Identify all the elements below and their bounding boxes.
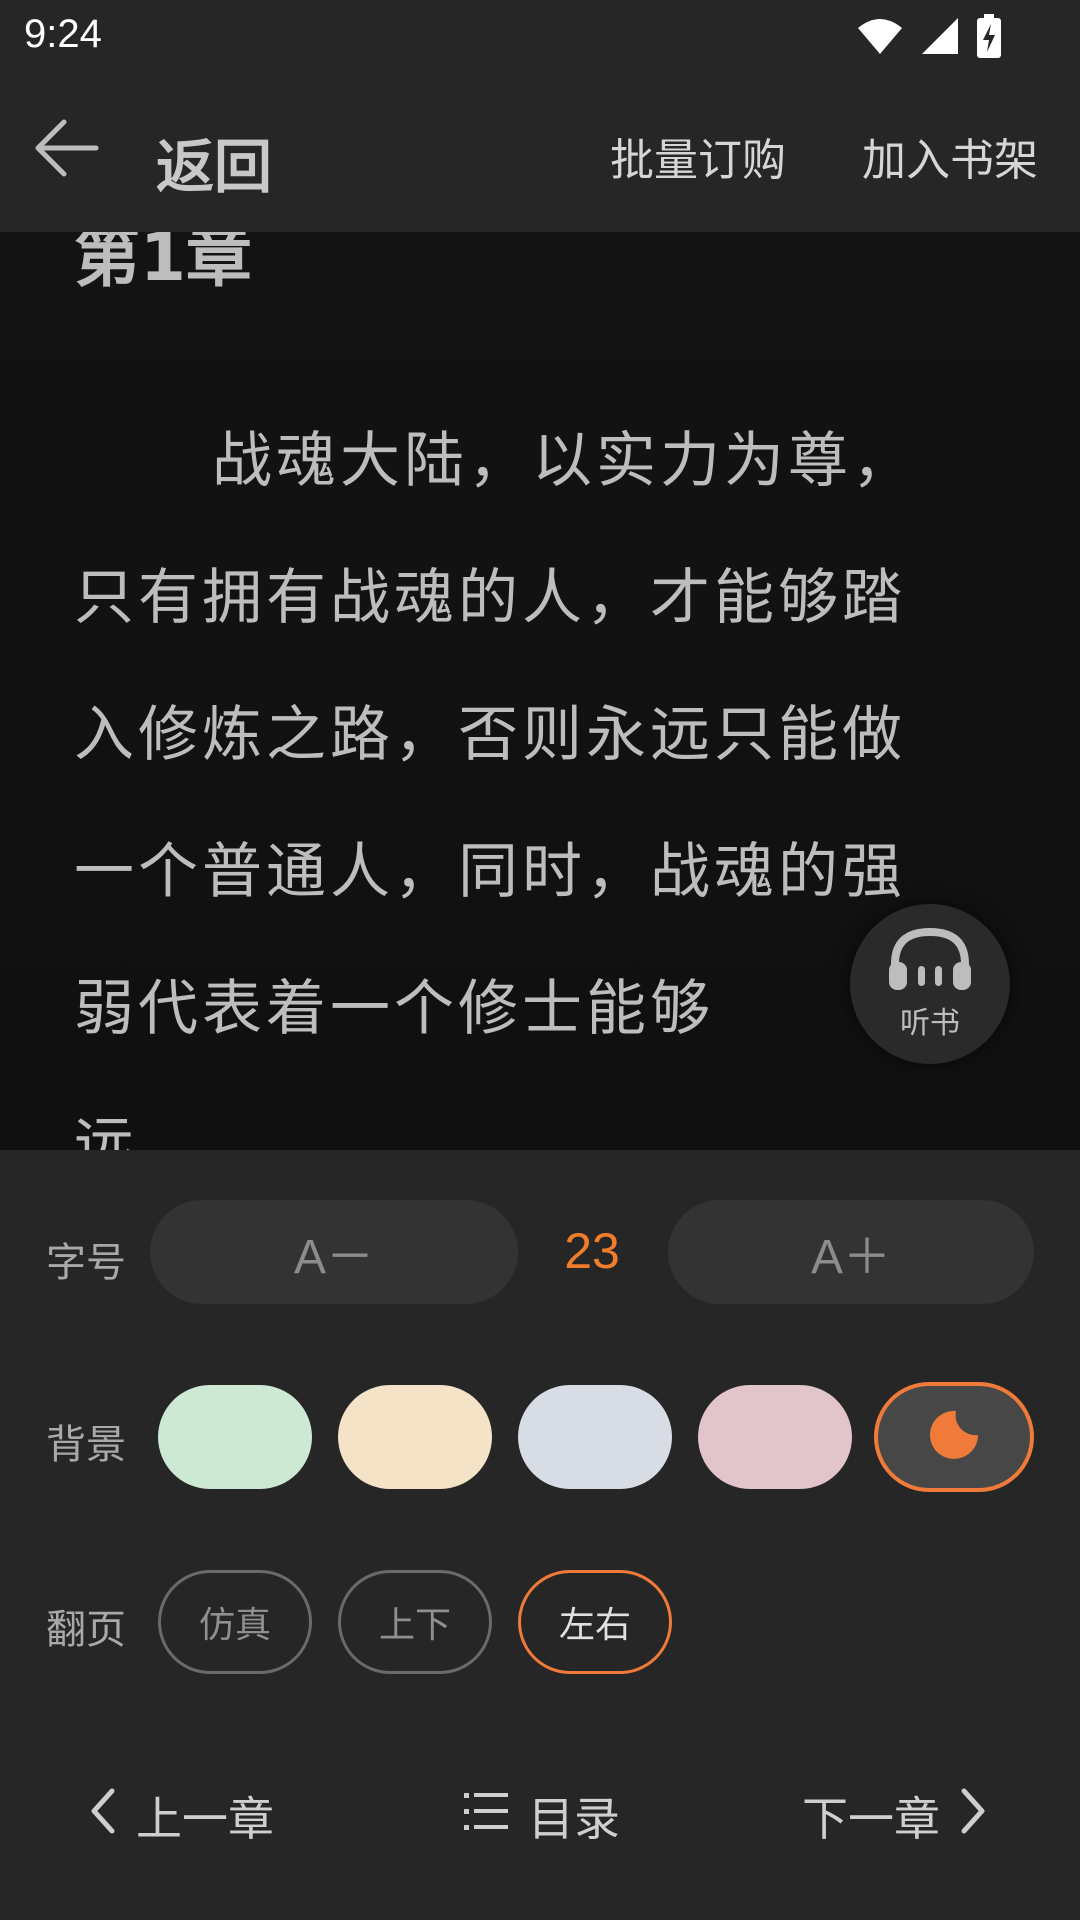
back-arrow-icon — [30, 113, 100, 187]
table-of-contents-label: 目录 — [528, 1792, 620, 1846]
listen-label: 听书 — [900, 1006, 960, 1041]
batch-buy-button[interactable]: 批量订购 — [610, 124, 786, 188]
next-chapter-label: 下一章 — [802, 1792, 940, 1846]
prev-chapter-label: 上一章 — [136, 1792, 274, 1846]
background-cream-swatch[interactable] — [338, 1385, 492, 1489]
list-icon — [462, 1789, 510, 1844]
font-decrease-button[interactable]: A－ — [150, 1200, 518, 1304]
top-toolbar: 返回 批量订购 加入书架 — [0, 72, 1080, 232]
page-mode-horizontal[interactable]: 左右 — [518, 1570, 672, 1674]
prev-chapter-button[interactable]: 上一章 — [88, 1780, 274, 1852]
background-gray-swatch[interactable] — [518, 1385, 672, 1489]
font-size-label: 字号 — [46, 1240, 126, 1286]
wifi-icon — [856, 16, 904, 60]
battery-charging-icon — [976, 14, 1002, 62]
cellular-signal-icon — [920, 16, 960, 60]
background-label: 背景 — [46, 1422, 126, 1468]
chapter-title: 第1章 — [74, 232, 252, 296]
text-line: 战魂大陆，以实力为尊， — [212, 426, 916, 496]
back-button[interactable] — [30, 100, 150, 200]
status-icons — [856, 14, 1002, 62]
background-green-swatch[interactable] — [158, 1385, 312, 1489]
chevron-left-icon — [88, 1787, 118, 1846]
page-mode-simulate[interactable]: 仿真 — [158, 1570, 312, 1674]
text-line: 入修炼之路，否则永远只能做 — [74, 700, 906, 770]
text-line: 弱代表着一个修士能够 — [74, 974, 714, 1044]
add-to-shelf-button[interactable]: 加入书架 — [862, 124, 1038, 188]
text-line: 远。 — [74, 1111, 202, 1150]
status-bar: 9:24 — [0, 0, 1080, 72]
headphones-icon — [885, 926, 975, 996]
font-size-value: 23 — [564, 1223, 620, 1279]
page-mode-vertical[interactable]: 上下 — [338, 1570, 492, 1674]
table-of-contents-button[interactable]: 目录 — [462, 1780, 620, 1852]
chevron-right-icon — [958, 1787, 988, 1846]
text-line: 一个普通人，同时，战魂的强 — [74, 837, 906, 907]
listen-button[interactable]: 听书 — [850, 904, 1010, 1064]
next-chapter-button[interactable]: 下一章 — [802, 1780, 988, 1852]
moon-icon — [926, 1407, 982, 1467]
page-turn-label: 翻页 — [46, 1607, 126, 1653]
font-increase-button[interactable]: A＋ — [668, 1200, 1034, 1304]
background-pink-swatch[interactable] — [698, 1385, 852, 1489]
status-time: 9:24 — [24, 12, 102, 56]
text-line: 只有拥有战魂的人，才能够踏 — [74, 563, 906, 633]
background-night-swatch[interactable] — [874, 1382, 1034, 1492]
back-label[interactable]: 返回 — [156, 120, 272, 204]
